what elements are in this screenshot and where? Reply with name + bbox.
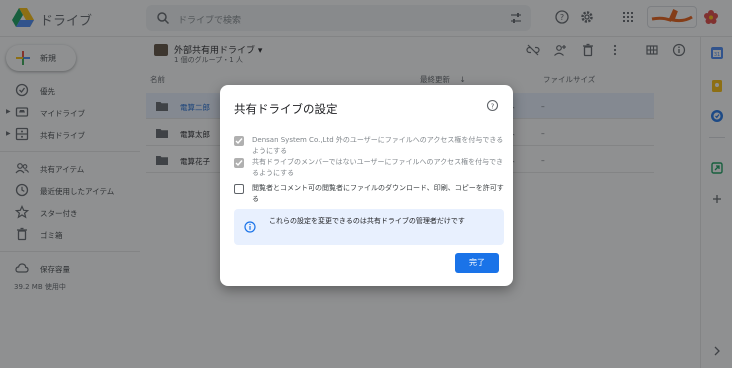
checkbox-download-print-copy[interactable] xyxy=(234,184,244,194)
help-icon[interactable]: ? xyxy=(486,99,499,112)
checkbox-non-member-access xyxy=(234,158,244,168)
done-button[interactable]: 完了 xyxy=(455,253,499,273)
info-text: これらの設定を変更できるのは共有ドライブの管理者だけです xyxy=(269,217,465,225)
drive-app: ドライブ ドライブで検索 ? xyxy=(0,0,732,368)
shared-drive-settings-dialog: 共有ドライブの設定 ? Densan System Co.,Ltd 外のユーザー… xyxy=(220,85,513,286)
dialog-title: 共有ドライブの設定 xyxy=(234,102,338,116)
option-label: 閲覧者とコメント可の閲覧者にファイルのダウンロード、印刷、コピーを許可する xyxy=(252,184,504,203)
option-label: Densan System Co.,Ltd 外のユーザーにファイルへのアクセス権… xyxy=(252,136,504,155)
checkbox-external-access xyxy=(234,136,244,146)
info-icon xyxy=(244,221,256,233)
svg-text:?: ? xyxy=(491,102,495,110)
info-banner: これらの設定を変更できるのは共有ドライブの管理者だけです xyxy=(234,209,504,245)
option-label: 共有ドライブのメンバーではないユーザーにファイルへのアクセス権を付与できるように… xyxy=(252,158,504,177)
